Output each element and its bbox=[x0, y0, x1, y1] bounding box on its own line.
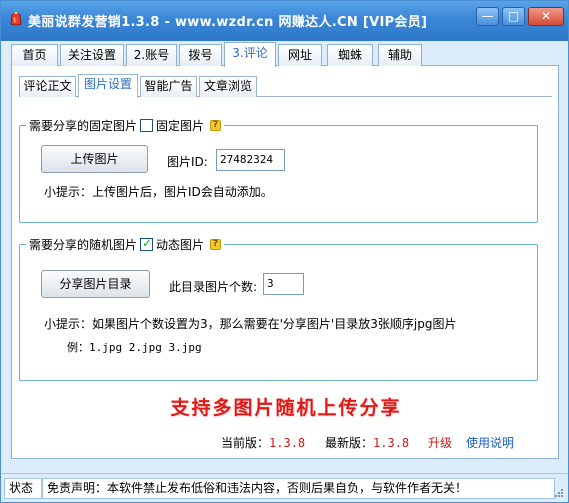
tab-home[interactable]: 首页 bbox=[11, 44, 58, 66]
latest-version-label: 最新版： bbox=[325, 436, 374, 450]
dynamic-image-checkbox[interactable] bbox=[140, 236, 154, 251]
app-icon: $ bbox=[10, 12, 22, 26]
fixed-image-legend-text: 需要分享的固定图片 bbox=[29, 119, 138, 133]
random-image-legend-text: 需要分享的随机图片 bbox=[29, 238, 138, 252]
tab-dialup[interactable]: 拨号 bbox=[179, 44, 222, 66]
size-grip-icon[interactable] bbox=[554, 488, 564, 498]
window-title: 美丽说群发营销1.3.8 - www.wzdr.cn 网赚达人.CN [VIP会… bbox=[28, 15, 428, 30]
current-version-label: 当前版： bbox=[221, 436, 270, 450]
tab-urls[interactable]: 网址 bbox=[278, 44, 322, 66]
close-button[interactable]: ✕ bbox=[528, 7, 564, 26]
tab-spider[interactable]: 蜘蛛 bbox=[327, 44, 373, 66]
status-bar: 状态 免责声明：本软件禁止发布低俗和违法内容，否则后果自负，与软件作者无关！ bbox=[1, 473, 568, 502]
fixed-image-checkbox[interactable] bbox=[140, 119, 154, 132]
fixed-image-legend: 需要分享的固定图片 固定图片 ? bbox=[26, 117, 225, 134]
help-icon[interactable]: ? bbox=[210, 120, 222, 131]
random-image-example: 例：1.jpg 2.jpg 3.jpg bbox=[67, 341, 202, 354]
latest-version-value: 1.3.8 bbox=[373, 436, 410, 450]
fixed-image-tip: 小提示：上传图片后，图片ID会自动添加。 bbox=[44, 185, 273, 199]
tab-comments[interactable]: 3.评论 bbox=[224, 42, 276, 67]
subtab-smart-ads[interactable]: 智能广告 bbox=[140, 76, 197, 97]
maximize-button[interactable]: □ bbox=[502, 7, 525, 26]
promo-banner: 支持多图片随机上传分享 bbox=[170, 397, 402, 419]
current-version: 当前版：1.3.8 bbox=[221, 434, 305, 451]
title-bar[interactable]: $ 美丽说群发营销1.3.8 - www.wzdr.cn 网赚达人.CN [VI… bbox=[1, 1, 568, 41]
tab-tools[interactable]: 辅助 bbox=[378, 44, 422, 66]
minimize-button[interactable]: — bbox=[476, 7, 499, 26]
app-window: $ 美丽说群发营销1.3.8 - www.wzdr.cn 网赚达人.CN [VI… bbox=[0, 0, 569, 503]
current-version-value: 1.3.8 bbox=[269, 436, 306, 450]
latest-version: 最新版：1.3.8 bbox=[325, 434, 409, 451]
help-icon[interactable]: ? bbox=[210, 239, 222, 250]
status-label: 状态 bbox=[4, 478, 42, 499]
image-count-label: 此目录图片个数: bbox=[169, 280, 258, 294]
random-image-tip: 小提示：如果图片个数设置为3，那么需要在'分享图片'目录放3张顺序jpg图片 bbox=[44, 317, 457, 331]
disclaimer-text: 免责声明：本软件禁止发布低俗和违法内容，否则后果自负，与软件作者无关！ bbox=[42, 478, 555, 499]
fixed-image-group: 需要分享的固定图片 固定图片 ? 上传图片 图片ID: 27482324 小提示… bbox=[19, 117, 538, 223]
tab-follow-settings[interactable]: 关注设置 bbox=[60, 44, 124, 66]
help-link[interactable]: 使用说明 bbox=[466, 434, 514, 451]
random-image-group: 需要分享的随机图片 动态图片 ? 分享图片目录 此目录图片个数: 3 小提示：如… bbox=[19, 236, 538, 381]
upload-image-button[interactable]: 上传图片 bbox=[41, 145, 148, 173]
tab-accounts[interactable]: 2.账号 bbox=[126, 44, 177, 66]
image-id-input[interactable]: 27482324 bbox=[216, 149, 285, 171]
image-id-label: 图片ID: bbox=[167, 155, 208, 169]
share-image-dir-button[interactable]: 分享图片目录 bbox=[41, 270, 150, 298]
subtab-image-settings[interactable]: 图片设置 bbox=[78, 74, 138, 98]
image-count-input[interactable]: 3 bbox=[263, 273, 304, 295]
upgrade-link[interactable]: 升级 bbox=[428, 434, 452, 451]
random-image-legend: 需要分享的随机图片 动态图片 ? bbox=[26, 236, 225, 253]
svg-text:$: $ bbox=[13, 17, 17, 24]
subtab-comment-body[interactable]: 评论正文 bbox=[19, 76, 76, 97]
subtab-article-browse[interactable]: 文章浏览 bbox=[199, 76, 257, 97]
fixed-image-checkbox-label[interactable]: 固定图片 bbox=[156, 117, 204, 134]
dynamic-image-checkbox-label[interactable]: 动态图片 bbox=[156, 236, 204, 253]
